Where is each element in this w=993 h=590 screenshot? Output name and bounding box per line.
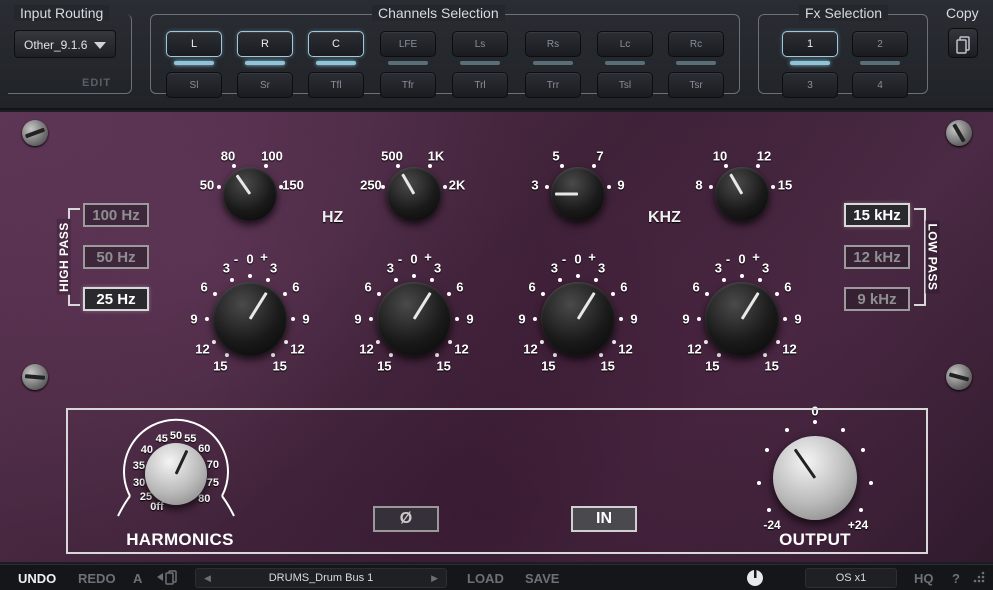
bottom-bar: UNDO REDO A ◀ DRUMS_Drum Bus 1 ▶ LOAD SA… <box>0 564 993 590</box>
output-title: OUTPUT <box>779 530 851 549</box>
channel-button-r[interactable]: R <box>237 31 293 57</box>
preset-name: DRUMS_Drum Bus 1 <box>268 572 374 584</box>
hq-button[interactable]: HQ <box>914 571 934 586</box>
channel-button-sr[interactable]: Sr <box>237 72 293 98</box>
copy-button[interactable] <box>948 28 978 58</box>
ab-toggle-button[interactable]: A <box>133 571 142 586</box>
channel-button-rc[interactable]: Rc <box>668 31 724 57</box>
load-button[interactable]: LOAD <box>467 571 504 586</box>
edit-routing-button[interactable]: EDIT <box>82 77 111 89</box>
help-button[interactable]: ? <box>952 571 960 586</box>
input-routing-dropdown[interactable]: Other_9.1.6 <box>14 30 116 58</box>
harmonics-title: HARMONICS <box>126 530 234 549</box>
fx-slot-button-4[interactable]: 4 <box>852 72 908 98</box>
plugin-window: Input Routing Other_9.1.6 EDIT Channels … <box>0 0 993 590</box>
fx-title: Fx Selection <box>799 5 889 21</box>
undo-button[interactable]: UNDO <box>18 571 56 586</box>
resize-handle-icon[interactable] <box>972 569 986 588</box>
low-pass-option[interactable]: 15 kHz <box>844 203 910 227</box>
oversampling-value: OS x1 <box>835 572 867 584</box>
redo-button[interactable]: REDO <box>78 571 116 586</box>
top-bar: Input Routing Other_9.1.6 EDIT Channels … <box>0 0 993 110</box>
hz-unit-label: HZ <box>322 209 344 226</box>
channel-button-trr[interactable]: Trr <box>525 72 581 98</box>
channel-led-indicator <box>174 61 214 65</box>
low-pass-option[interactable]: 12 kHz <box>844 245 910 269</box>
preset-selector[interactable]: ◀ DRUMS_Drum Bus 1 ▶ <box>195 568 447 588</box>
channel-led-indicator <box>388 61 428 65</box>
channel-button-lfe[interactable]: LFE <box>380 31 436 57</box>
high-pass-option[interactable]: 25 Hz <box>83 287 149 311</box>
ab-copy-icon <box>157 570 177 585</box>
khz-unit-label: KHZ <box>648 209 681 226</box>
save-button[interactable]: SAVE <box>525 571 559 586</box>
channel-button-tfr[interactable]: Tfr <box>380 72 436 98</box>
input-routing-title: Input Routing <box>14 5 110 21</box>
channels-title: Channels Selection <box>372 5 505 21</box>
copy-icon <box>956 36 970 54</box>
channel-button-tsl[interactable]: Tsl <box>597 72 653 98</box>
preset-next-icon[interactable]: ▶ <box>431 573 438 584</box>
fx-led-indicator <box>860 61 900 65</box>
phase-invert-button[interactable]: Ø <box>373 506 439 532</box>
ab-copy-button[interactable] <box>156 569 182 588</box>
fx-slot-button-1[interactable]: 1 <box>782 31 838 57</box>
channel-button-sl[interactable]: Sl <box>166 72 222 98</box>
channel-button-c[interactable]: C <box>308 31 364 57</box>
channel-led-indicator <box>676 61 716 65</box>
channel-led-indicator <box>605 61 645 65</box>
input-routing-value: Other_9.1.6 <box>24 38 88 52</box>
copy-title: Copy <box>946 5 979 21</box>
channel-button-tsr[interactable]: Tsr <box>668 72 724 98</box>
high-pass-option[interactable]: 100 Hz <box>83 203 149 227</box>
channel-button-lc[interactable]: Lc <box>597 31 653 57</box>
oversampling-selector[interactable]: OS x1 <box>805 568 897 588</box>
fx-slot-button-3[interactable]: 3 <box>782 72 838 98</box>
high-pass-title: HIGH PASS <box>56 219 71 295</box>
channel-button-rs[interactable]: Rs <box>525 31 581 57</box>
chevron-down-icon <box>94 42 106 49</box>
preset-prev-icon[interactable]: ◀ <box>204 573 211 584</box>
low-pass-bracket <box>914 208 926 306</box>
channel-led-indicator <box>533 61 573 65</box>
channel-button-tfl[interactable]: Tfl <box>308 72 364 98</box>
power-knob-icon[interactable] <box>744 568 766 590</box>
channel-button-ls[interactable]: Ls <box>452 31 508 57</box>
channel-button-l[interactable]: L <box>166 31 222 57</box>
channel-led-indicator <box>245 61 285 65</box>
eq-panel: 50 80 100 150 250 500 1K 2K 3 5 7 9 8 10 12 15 3 6 9 12 15 3 6… <box>0 112 993 562</box>
channel-led-indicator <box>316 61 356 65</box>
fx-slot-button-2[interactable]: 2 <box>852 31 908 57</box>
in-bypass-button[interactable]: IN <box>571 506 637 532</box>
fx-led-indicator <box>790 61 830 65</box>
low-pass-title: LOW PASS <box>925 220 940 294</box>
channel-led-indicator <box>460 61 500 65</box>
high-pass-option[interactable]: 50 Hz <box>83 245 149 269</box>
channel-button-trl[interactable]: Trl <box>452 72 508 98</box>
low-pass-option[interactable]: 9 kHz <box>844 287 910 311</box>
